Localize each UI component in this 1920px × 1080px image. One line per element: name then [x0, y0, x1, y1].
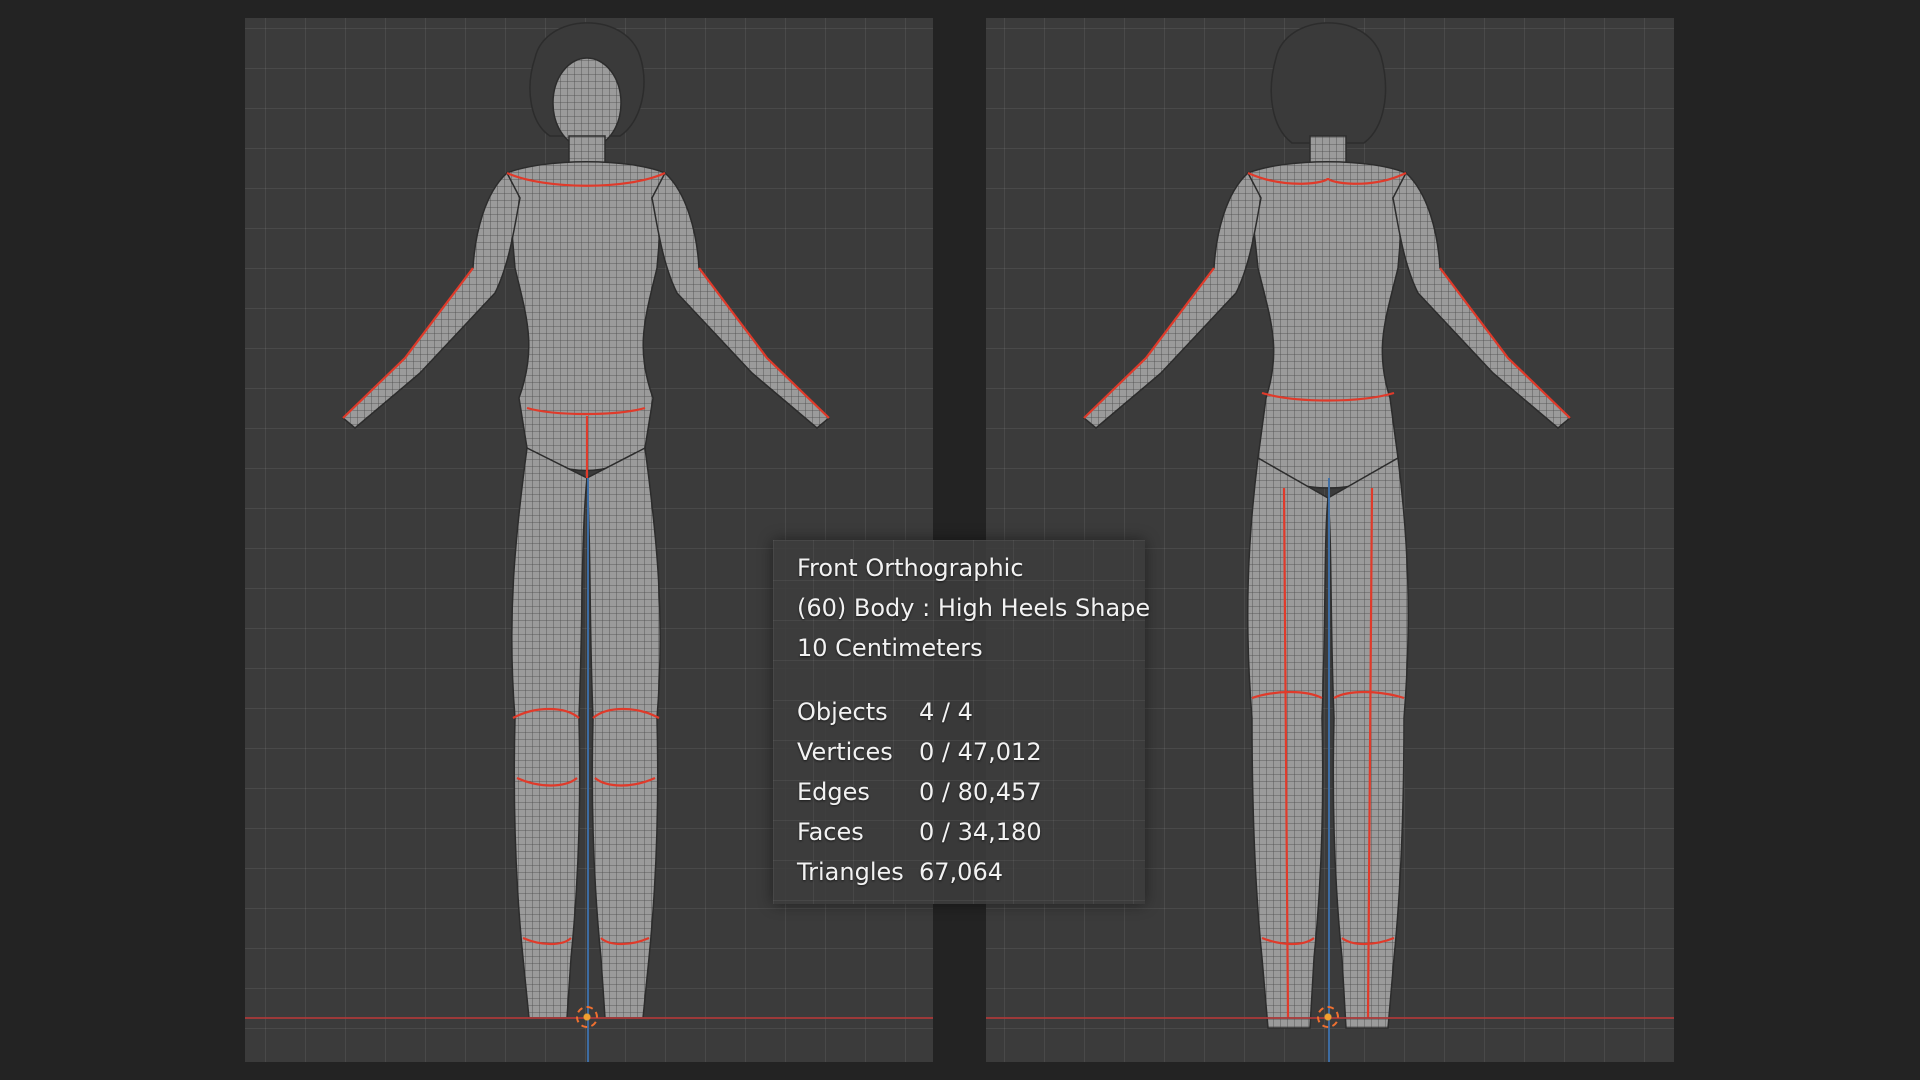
stat-label: Faces [797, 818, 864, 846]
stat-value: 0 / 47,012 [919, 738, 1042, 766]
stat-value: 0 / 34,180 [919, 818, 1042, 846]
stat-value: 0 / 80,457 [919, 778, 1042, 806]
object-info-label: (60) Body : High Heels Shape [797, 594, 1151, 622]
stat-value: 67,064 [919, 858, 1003, 886]
stat-label: Vertices [797, 738, 893, 766]
stat-label: Objects [797, 698, 888, 726]
3d-cursor-icon[interactable] [1317, 1006, 1339, 1028]
viewport-info-overlay: Front Orthographic (60) Body : High Heel… [773, 540, 1150, 904]
view-name-label: Front Orthographic [797, 554, 1024, 582]
stat-row-triangles: Triangles 67,064 [797, 858, 1003, 886]
3d-cursor-icon[interactable] [576, 1006, 598, 1028]
z-axis-line [1328, 478, 1330, 1062]
grid-scale-label: 10 Centimeters [797, 634, 983, 662]
z-axis-line [587, 478, 589, 1062]
stat-row-vertices: Vertices 0 / 47,012 [797, 738, 1042, 766]
stat-row-faces: Faces 0 / 34,180 [797, 818, 1042, 846]
app-window: Front Orthographic (60) Body : High Heel… [0, 0, 1920, 1080]
stat-row-objects: Objects 4 / 4 [797, 698, 973, 726]
stat-label: Triangles [797, 858, 904, 886]
stat-row-edges: Edges 0 / 80,457 [797, 778, 1042, 806]
stat-label: Edges [797, 778, 870, 806]
stat-value: 4 / 4 [919, 698, 973, 726]
